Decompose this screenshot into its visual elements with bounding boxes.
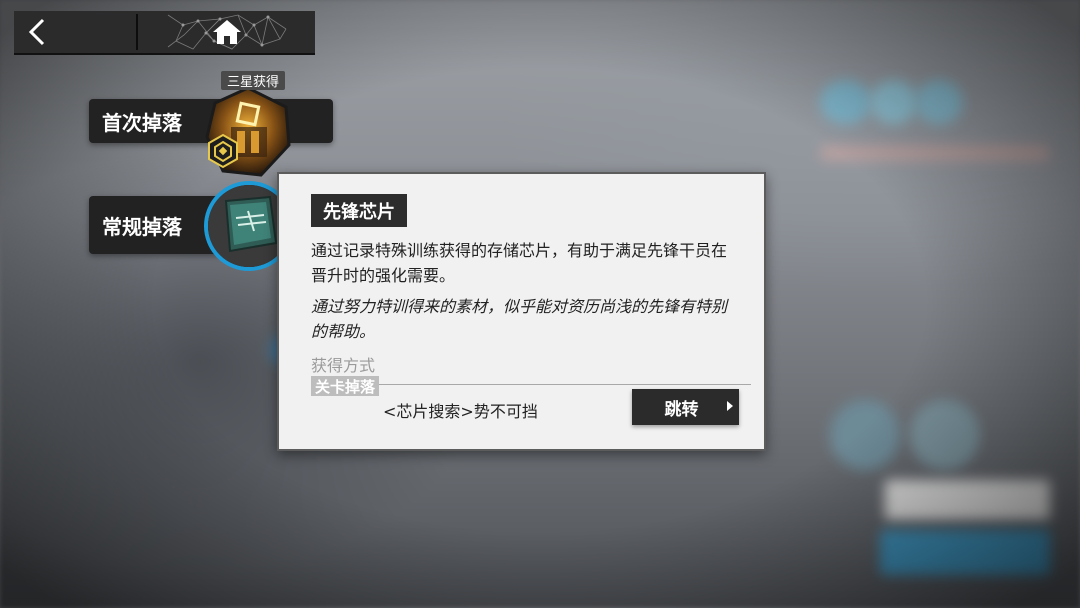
stage-name: <芯片搜索>势不可挡 — [383, 402, 538, 421]
stage-drop-tag: 关卡掉落 — [311, 376, 380, 396]
home-button[interactable] — [138, 11, 315, 53]
chevron-left-icon — [28, 18, 45, 46]
back-button[interactable] — [14, 11, 136, 53]
item-flavor-text: 通过努力特训得来的素材，似乎能对资历尚浅的先锋有特别的帮助。 — [311, 297, 728, 341]
item-detail-card: 先锋芯片 通过记录特殊训练获得的存储芯片，有助于满足先锋干员在晋升时的强化需要。… — [277, 172, 766, 451]
first-drop-item-icon[interactable] — [201, 85, 295, 179]
jump-button-label: 跳转 — [664, 399, 699, 420]
item-description: 通过记录特殊训练获得的存储芯片，有助于满足先锋干员在晋升时的强化需要。 — [311, 241, 728, 285]
furniture-badge-icon — [208, 133, 238, 169]
first-drop-label: 首次掉落 — [102, 110, 182, 135]
jump-button[interactable]: 跳转 — [632, 389, 739, 425]
normal-drop-label: 常规掉落 — [102, 214, 182, 239]
item-name: 先锋芯片 — [311, 194, 407, 227]
three-star-tag: 三星获得 — [221, 71, 285, 90]
top-navigation-bar — [14, 11, 315, 55]
home-icon — [212, 20, 241, 44]
play-arrow-icon — [727, 401, 733, 411]
obtain-method-label: 获得方式 — [311, 356, 376, 375]
